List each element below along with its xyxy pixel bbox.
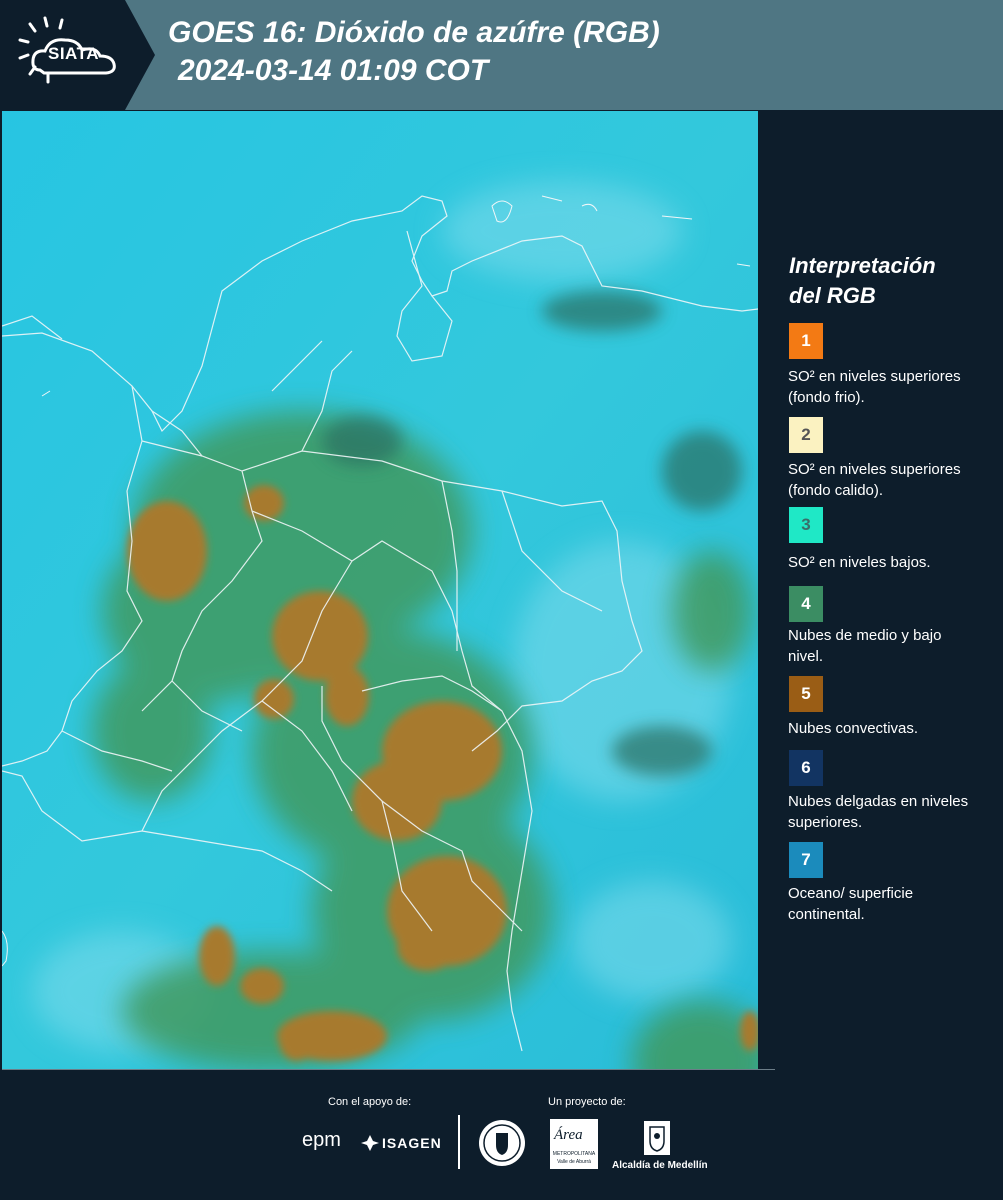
support-caption: Con el apoyo de:: [328, 1096, 412, 1108]
legend-title-line1: Interpretación: [789, 253, 936, 278]
area-metropolitana-logo: Área METROPOLITANA Valle de Aburrá: [550, 1119, 598, 1169]
legend-title-line2: del RGB: [789, 283, 876, 308]
legend-swatch-7: 7: [789, 842, 823, 878]
legend-label-1: SO² en niveles superiores (fondo frio).: [788, 368, 961, 406]
legend-swatch-6: 6: [789, 750, 823, 786]
epm-logo: epm: [302, 1129, 341, 1151]
alcaldia-crest-icon: [644, 1121, 670, 1155]
legend-swatch-5: 5: [789, 676, 823, 712]
legend-title: Interpretación del RGB: [789, 251, 989, 311]
page-timestamp: 2024-03-14 01:09 COT: [178, 54, 489, 87]
page-title: GOES 16: Dióxido de azúfre (RGB): [168, 16, 660, 49]
legend-label-4: Nubes de medio y bajo nivel.: [788, 627, 942, 665]
legend-swatch-3: 3: [789, 507, 823, 543]
header-bar: SIATA GOES 16: Dióxido de azúfre (RGB) 2…: [0, 0, 1003, 110]
legend-label-5: Nubes convectivas.: [788, 720, 919, 737]
alcaldia-label: Alcaldía de Medellín: [612, 1160, 708, 1171]
footer-divider: [2, 1069, 775, 1070]
satellite-map: [2, 111, 758, 1069]
project-caption: Un proyecto de:: [548, 1096, 626, 1108]
medellin-seal-icon: [479, 1120, 525, 1166]
footer: Con el apoyo de: Un proyecto de: epm ISA…: [0, 1069, 1003, 1200]
footer-separator: [458, 1115, 460, 1169]
area-logo-text: Área: [554, 1127, 583, 1143]
legend-label-6: Nubes delgadas en niveles superiores.: [788, 793, 969, 831]
area-logo-sub: METROPOLITANA: [552, 1151, 596, 1157]
legend-label-7: Oceano/ superficie continental.: [788, 885, 914, 923]
legend-swatch-1: 1: [789, 323, 823, 359]
legend-swatch-2: 2: [789, 417, 823, 453]
legend-panel: Interpretación del RGB 1 SO² en niveles …: [760, 111, 1003, 1069]
isagen-logo: ISAGEN: [382, 1135, 442, 1151]
legend-swatch-4: 4: [789, 586, 823, 622]
area-logo-sub2: Valle de Aburrá: [557, 1159, 591, 1165]
isagen-icon: [361, 1135, 379, 1151]
legend-label-3: SO² en niveles bajos.: [788, 554, 931, 571]
siata-logo: SIATA: [0, 0, 155, 110]
logo-text: SIATA: [48, 44, 99, 63]
